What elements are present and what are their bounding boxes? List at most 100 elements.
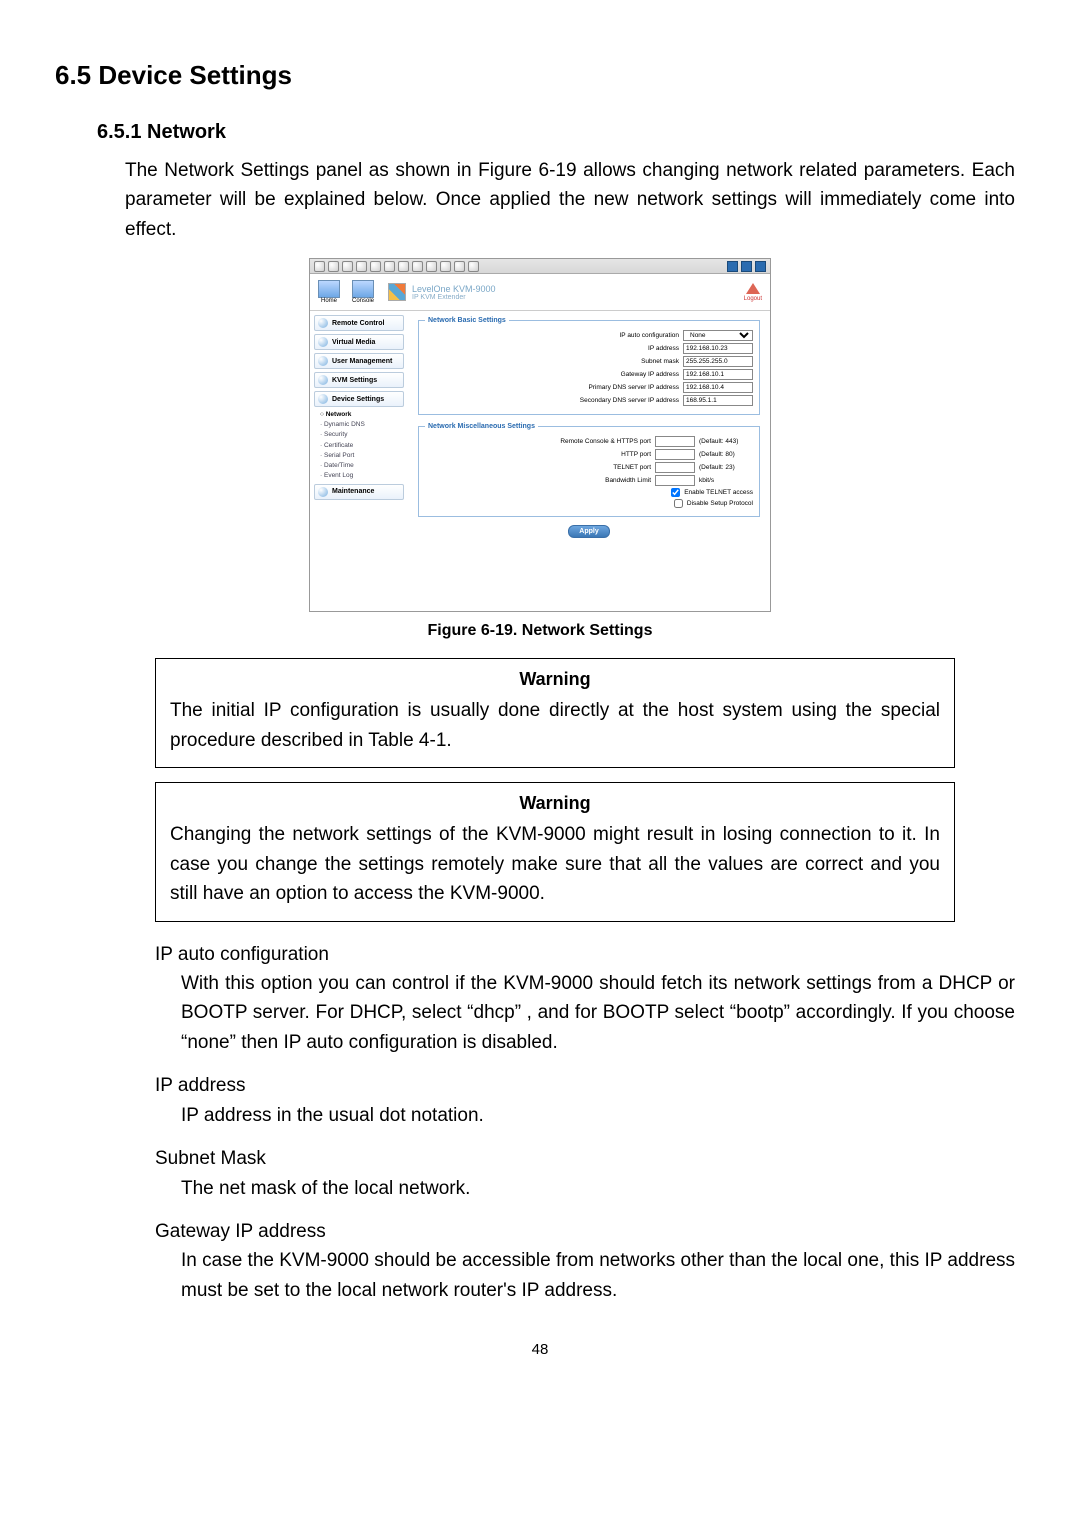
nav-icon (318, 375, 328, 385)
toolbar-button[interactable] (314, 261, 325, 272)
fieldset-misc: Network Miscellaneous Settings Remote Co… (418, 423, 760, 517)
home-button[interactable]: Home (318, 280, 340, 304)
hint-telnet: (Default: 23) (699, 464, 753, 471)
home-icon (318, 280, 340, 298)
term-ip-auto: IP auto configuration (155, 940, 1015, 969)
brand-logo-icon (388, 283, 406, 301)
subsection-heading: 6.5.1 Network (97, 121, 1025, 144)
toolbar-button[interactable] (468, 261, 479, 272)
label-setup-disable: Disable Setup Protocol (687, 500, 753, 507)
nav-icon (318, 337, 328, 347)
logout-icon (746, 283, 760, 294)
toolbar-button[interactable] (328, 261, 339, 272)
ip-auto-select[interactable]: None (683, 330, 753, 341)
desc-ip-address: IP address in the usual dot notation. (181, 1101, 1015, 1130)
section-heading: 6.5 Device Settings (55, 60, 1025, 91)
label-http-port: HTTP port (621, 451, 651, 458)
term-ip-address: IP address (155, 1071, 1015, 1100)
sidebar-item-virtual-media[interactable]: Virtual Media (314, 334, 404, 350)
warning-body-1: The initial IP configuration is usually … (170, 696, 940, 755)
window-button[interactable] (755, 261, 766, 272)
term-gateway: Gateway IP address (155, 1217, 1015, 1246)
warning-title: Warning (170, 793, 940, 814)
sidebar-sub-security[interactable]: · Security (320, 430, 404, 440)
sidebar-sub-serial-port[interactable]: · Serial Port (320, 451, 404, 461)
toolbar-button[interactable] (412, 261, 423, 272)
bandwidth-input[interactable] (655, 475, 695, 486)
toolbar-button[interactable] (370, 261, 381, 272)
sidebar-item-maintenance[interactable]: Maintenance (314, 484, 404, 500)
warning-title: Warning (170, 669, 940, 690)
settings-main: Network Basic Settings IP auto configura… (408, 311, 770, 611)
nav-icon (318, 356, 328, 366)
console-icon (352, 280, 374, 298)
https-port-input[interactable] (655, 436, 695, 447)
hint-https: (Default: 443) (699, 438, 753, 445)
sidebar-sub-event-log[interactable]: · Event Log (320, 471, 404, 481)
label-gateway: Gateway IP address (621, 371, 679, 378)
window-button[interactable] (741, 261, 752, 272)
page-number: 48 (55, 1341, 1025, 1358)
sidebar-item-device-settings[interactable]: Device Settings (314, 391, 404, 407)
term-subnet: Subnet Mask (155, 1144, 1015, 1173)
toolbar-button[interactable] (342, 261, 353, 272)
sidebar-item-remote-control[interactable]: Remote Control (314, 315, 404, 331)
console-button[interactable]: Console (352, 280, 374, 304)
sidebar-subnav: ○ Network · Dynamic DNS · Security · Cer… (314, 410, 404, 480)
toolbar-button[interactable] (426, 261, 437, 272)
label-secondary-dns: Secondary DNS server IP address (580, 397, 679, 404)
logout-button[interactable]: Logout (744, 283, 762, 302)
fieldset-basic: Network Basic Settings IP auto configura… (418, 317, 760, 415)
brand-subtitle: IP KVM Extender (412, 294, 496, 301)
label-subnet: Subnet mask (641, 358, 679, 365)
warning-box-1: Warning The initial IP configuration is … (155, 658, 955, 768)
nav-icon (318, 394, 328, 404)
figure-network-settings: Home Console LevelOne KVM-9000 IP KVM Ex… (55, 258, 1025, 612)
http-port-input[interactable] (655, 449, 695, 460)
brand-title: LevelOne KVM-9000 (412, 284, 496, 294)
hint-http: (Default: 80) (699, 451, 753, 458)
app-header: Home Console LevelOne KVM-9000 IP KVM Ex… (310, 274, 770, 311)
gateway-input[interactable] (683, 369, 753, 380)
subnet-input[interactable] (683, 356, 753, 367)
ip-address-input[interactable] (683, 343, 753, 354)
figure-caption: Figure 6-19. Network Settings (55, 622, 1025, 640)
primary-dns-input[interactable] (683, 382, 753, 393)
setup-disable-checkbox[interactable] (674, 499, 683, 508)
apply-button[interactable]: Apply (568, 525, 610, 538)
toolbar-button[interactable] (356, 261, 367, 272)
sidebar-sub-certificate[interactable]: · Certificate (320, 441, 404, 451)
label-telnet-enable: Enable TELNET access (684, 489, 753, 496)
sidebar-item-kvm-settings[interactable]: KVM Settings (314, 372, 404, 388)
toolbar-button[interactable] (398, 261, 409, 272)
warning-body-2: Changing the network settings of the KVM… (170, 820, 940, 908)
label-bandwidth: Bandwidth Limit (605, 477, 651, 484)
desc-ip-auto: With this option you can control if the … (181, 969, 1015, 1057)
label-ip-address: IP address (648, 345, 679, 352)
screenshot-network-settings: Home Console LevelOne KVM-9000 IP KVM Ex… (309, 258, 771, 612)
secondary-dns-input[interactable] (683, 395, 753, 406)
sidebar-nav: Remote Control Virtual Media User Manage… (310, 311, 408, 611)
desc-subnet: The net mask of the local network. (181, 1174, 1015, 1203)
desc-gateway: In case the KVM-9000 should be accessibl… (181, 1246, 1015, 1305)
nav-icon (318, 487, 328, 497)
label-ip-auto: IP auto configuration (619, 332, 679, 339)
label-https-port: Remote Console & HTTPS port (560, 438, 651, 445)
nav-icon (318, 318, 328, 328)
legend-basic: Network Basic Settings (425, 317, 509, 324)
toolbar-button[interactable] (440, 261, 451, 272)
brand: LevelOne KVM-9000 IP KVM Extender (388, 283, 496, 301)
sidebar-sub-dynamic-dns[interactable]: · Dynamic DNS (320, 420, 404, 430)
legend-misc: Network Miscellaneous Settings (425, 423, 538, 430)
toolbar-button[interactable] (454, 261, 465, 272)
telnet-enable-checkbox[interactable] (671, 488, 680, 497)
toolbar-button[interactable] (384, 261, 395, 272)
definitions: IP auto configuration With this option y… (155, 940, 1015, 1306)
sidebar-sub-date-time[interactable]: · Date/Time (320, 461, 404, 471)
sidebar-item-user-management[interactable]: User Management (314, 353, 404, 369)
label-primary-dns: Primary DNS server IP address (588, 384, 679, 391)
telnet-port-input[interactable] (655, 462, 695, 473)
label-telnet-port: TELNET port (613, 464, 651, 471)
sidebar-sub-network[interactable]: ○ Network (320, 410, 404, 420)
window-button[interactable] (727, 261, 738, 272)
